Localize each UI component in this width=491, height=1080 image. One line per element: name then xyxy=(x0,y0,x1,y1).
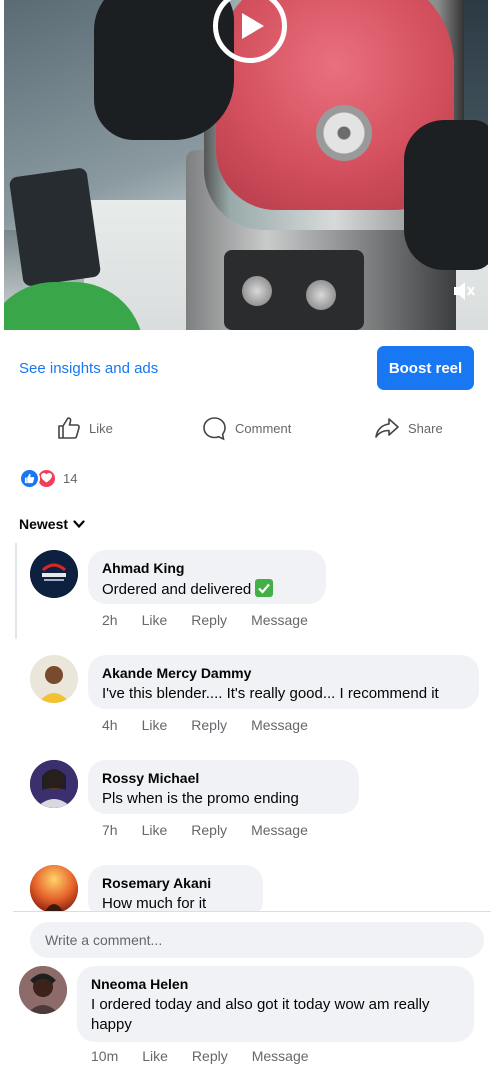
chevron-down-icon xyxy=(73,519,85,528)
like-action-button[interactable]: Like xyxy=(57,414,113,442)
commenter-name[interactable]: Nneoma Helen xyxy=(91,975,460,993)
avatar[interactable] xyxy=(30,865,78,911)
comment-icon xyxy=(203,416,226,440)
commenter-name[interactable]: Akande Mercy Dammy xyxy=(102,664,465,682)
comment-bubble[interactable]: Rossy Michael Pls when is the promo endi… xyxy=(88,760,359,814)
gloved-hand xyxy=(404,120,488,270)
comment-meta: 10m Like Reply Message xyxy=(91,1048,333,1064)
thread-line xyxy=(15,543,17,639)
sort-dropdown[interactable]: Newest xyxy=(19,516,85,532)
commenter-name[interactable]: Rossy Michael xyxy=(102,769,345,787)
comment-message-button[interactable]: Message xyxy=(252,1048,309,1064)
comment-reply-button[interactable]: Reply xyxy=(191,612,227,628)
mute-button[interactable] xyxy=(449,277,479,305)
comment-text: I've this blender.... It's really good..… xyxy=(102,685,439,702)
comment-bubble[interactable]: Ahmad King Ordered and delivered xyxy=(88,550,326,604)
comment-message-button[interactable]: Message xyxy=(251,717,308,733)
reactions-summary[interactable]: 14 xyxy=(19,467,77,489)
blender-knob xyxy=(242,276,272,306)
reaction-count: 14 xyxy=(63,470,78,486)
commenter-name[interactable]: Ahmad King xyxy=(102,559,312,577)
comment-like-button[interactable]: Like xyxy=(142,822,168,838)
comment-like-button[interactable]: Like xyxy=(142,1048,168,1064)
volume-muted-icon xyxy=(454,282,475,300)
comment-like-button[interactable]: Like xyxy=(142,612,168,628)
comment-time: 4h xyxy=(102,717,118,733)
thumbs-up-icon xyxy=(58,417,80,439)
comment-bubble[interactable]: Nneoma Helen I ordered today and also go… xyxy=(77,966,474,1042)
comment-text-line-1: I ordered today and also got it today wo… xyxy=(91,996,430,1013)
write-comment-input[interactable] xyxy=(30,922,484,958)
like-label: Like xyxy=(89,420,113,436)
share-icon xyxy=(375,418,399,438)
video-object xyxy=(8,167,102,287)
comment-reply-button[interactable]: Reply xyxy=(192,1048,228,1064)
comment-meta: 4h Like Reply Message xyxy=(102,717,332,733)
comment-text: Pls when is the promo ending xyxy=(102,790,299,807)
comment-action-button[interactable]: Comment xyxy=(202,414,291,442)
avatar[interactable] xyxy=(30,550,78,598)
comment-time: 2h xyxy=(102,612,118,628)
avatar[interactable] xyxy=(30,760,78,808)
like-reaction-icon xyxy=(19,467,40,489)
comment-message-button[interactable]: Message xyxy=(251,822,308,838)
comment-message-button[interactable]: Message xyxy=(251,612,308,628)
comment-reply-button[interactable]: Reply xyxy=(191,717,227,733)
reel-video[interactable] xyxy=(4,0,488,330)
comment-time: 10m xyxy=(91,1048,119,1064)
comment-time: 7h xyxy=(102,822,118,838)
blender-knob xyxy=(306,280,336,310)
comment-meta: 7h Like Reply Message xyxy=(102,822,332,838)
comment-bubble[interactable]: Akande Mercy Dammy I've this blender....… xyxy=(88,655,479,709)
blender-panel xyxy=(224,250,364,330)
composer-divider xyxy=(13,911,491,912)
comment-bubble[interactable]: Rosemary Akani How much for it xyxy=(88,865,263,911)
see-insights-link[interactable]: See insights and ads xyxy=(19,360,158,377)
boost-reel-button[interactable]: Boost reel xyxy=(377,346,474,390)
comment-reply-button[interactable]: Reply xyxy=(191,822,227,838)
comment-like-button[interactable]: Like xyxy=(142,717,168,733)
comment-clip: Rosemary Akani How much for it xyxy=(0,860,491,911)
check-mark-icon xyxy=(255,579,274,597)
comment-meta: 2h Like Reply Message xyxy=(102,612,332,628)
comment-label: Comment xyxy=(235,420,292,436)
play-icon xyxy=(242,13,264,39)
avatar[interactable] xyxy=(19,966,67,1014)
comment-text: How much for it xyxy=(102,895,207,911)
share-action-button[interactable]: Share xyxy=(374,414,443,442)
commenter-name[interactable]: Rosemary Akani xyxy=(102,874,249,892)
blender-blade xyxy=(316,105,372,161)
avatar[interactable] xyxy=(30,655,78,703)
sort-label: Newest xyxy=(19,516,69,532)
comment-text: Ordered and delivered xyxy=(102,581,252,598)
comment-text-line-2: happy xyxy=(91,1016,132,1033)
share-label: Share xyxy=(408,420,443,436)
